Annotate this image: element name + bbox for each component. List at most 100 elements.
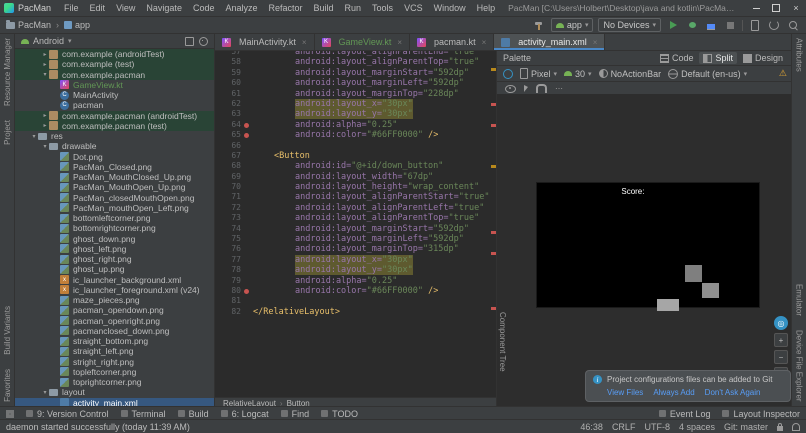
design-surface[interactable]: Score: Component Tree ◎ + − ⌑ bbox=[497, 94, 793, 406]
tool-window-button-terminal[interactable]: Terminal bbox=[121, 409, 166, 419]
tree-row-pacman-closed-png[interactable]: PacMan_Closed.png bbox=[15, 162, 214, 172]
code-line[interactable]: 66 bbox=[215, 141, 496, 151]
gear-icon[interactable] bbox=[199, 37, 208, 46]
code-line[interactable]: 67<Button bbox=[215, 151, 496, 161]
close-tab-icon[interactable]: × bbox=[593, 38, 598, 47]
menu-window[interactable]: Window bbox=[429, 2, 471, 14]
tree-row-toprightcorner-png[interactable]: toprightcorner.png bbox=[15, 377, 214, 387]
code-line[interactable]: 75android:layout_marginLeft="592dp" bbox=[215, 234, 496, 244]
code-line[interactable]: 62android:layout_x="30px" bbox=[215, 99, 496, 109]
build-button[interactable] bbox=[532, 19, 546, 32]
stop-button[interactable] bbox=[723, 19, 737, 32]
tree-row-com-example-pacman[interactable]: ▾com.example.pacman bbox=[15, 70, 214, 80]
menu-build[interactable]: Build bbox=[309, 2, 339, 14]
tab-gameview-kt[interactable]: KGameView.kt× bbox=[315, 34, 411, 50]
maximize-button[interactable] bbox=[766, 0, 786, 16]
tool-window-button-attributes[interactable]: Attributes bbox=[795, 38, 804, 72]
locale-select[interactable]: Default (en-us) ▾ bbox=[668, 69, 747, 79]
tree-expand-icon[interactable]: ▸ bbox=[41, 61, 49, 68]
tool-window-button-build-variants[interactable]: Build Variants bbox=[3, 306, 12, 355]
tree-row-stright-right-png[interactable]: stright_right.png bbox=[15, 357, 214, 367]
menu-tools[interactable]: Tools bbox=[367, 2, 398, 14]
tree-row-com-example-pacman-androidtest[interactable]: ▸com.example.pacman (androidTest) bbox=[15, 111, 214, 121]
tree-collapse-icon[interactable]: ▾ bbox=[41, 143, 49, 150]
pan-zoom-button[interactable]: ◎ bbox=[774, 316, 788, 330]
tool-window-button-6-logcat[interactable]: 6: Logcat bbox=[221, 409, 269, 419]
mode-code-button[interactable]: Code bbox=[656, 52, 698, 64]
tree-collapse-icon[interactable]: ▾ bbox=[30, 133, 38, 140]
tab-pacman-kt[interactable]: Kpacman.kt× bbox=[410, 34, 494, 50]
api-level-select[interactable]: 30 ▾ bbox=[564, 69, 592, 79]
code-line[interactable]: 60android:layout_marginLeft="592dp" bbox=[215, 78, 496, 88]
notification-action-always-add[interactable]: Always Add bbox=[653, 388, 694, 397]
notifications-icon[interactable] bbox=[792, 423, 800, 431]
tree-row-ic-launcher-background-xml[interactable]: xic_launcher_background.xml bbox=[15, 275, 214, 285]
code-line[interactable]: 65android:color="#66FF0000" /> bbox=[215, 130, 496, 140]
menu-vcs[interactable]: VCS bbox=[399, 2, 428, 14]
code-line[interactable]: 77android:layout_x="30px" bbox=[215, 255, 496, 265]
status-item-4-spaces[interactable]: 4 spaces bbox=[679, 422, 715, 432]
tree-row-straight-bottom-png[interactable]: straight_bottom.png bbox=[15, 336, 214, 346]
tree-row-pacman-mouthopen-left-png[interactable]: PacMan_mouthOpen_Left.png bbox=[15, 203, 214, 213]
status-item-46-38[interactable]: 46:38 bbox=[580, 422, 603, 432]
tree-row-ghost-down-png[interactable]: ghost_down.png bbox=[15, 234, 214, 244]
tool-window-button-9-version-control[interactable]: 9: Version Control bbox=[26, 409, 109, 419]
tool-window-button-build[interactable]: Build bbox=[178, 409, 209, 419]
lock-icon[interactable] bbox=[777, 426, 783, 431]
mode-split-button[interactable]: Split bbox=[699, 52, 737, 64]
tree-expand-icon[interactable]: ▸ bbox=[41, 112, 49, 119]
device-manager-button[interactable] bbox=[748, 19, 762, 32]
tree-row-activity-main-xml[interactable]: activity_main.xml bbox=[15, 398, 214, 407]
menu-view[interactable]: View bbox=[111, 2, 140, 14]
tool-window-switcher-icon[interactable] bbox=[6, 410, 14, 418]
tree-row-pacman-openright-png[interactable]: pacman_openright.png bbox=[15, 316, 214, 326]
palette-tab[interactable]: Palette bbox=[503, 53, 531, 63]
minimize-button[interactable] bbox=[746, 0, 766, 16]
tree-collapse-icon[interactable]: ▾ bbox=[41, 71, 49, 78]
code-line[interactable]: 72android:layout_alignParentLeft="true" bbox=[215, 203, 496, 213]
tool-window-button-resource-manager[interactable]: Resource Manager bbox=[3, 38, 12, 106]
layout-preview[interactable]: Score: bbox=[536, 182, 760, 308]
theme-select[interactable]: NoActionBar bbox=[599, 69, 662, 79]
tree-row-com-example-pacman-test[interactable]: ▸com.example.pacman (test) bbox=[15, 121, 214, 131]
breadcrumb-module[interactable]: app bbox=[75, 20, 90, 30]
tree-row-layout[interactable]: ▾layout bbox=[15, 387, 214, 397]
tool-window-button-todo[interactable]: TODO bbox=[321, 409, 358, 419]
code-line[interactable]: 73android:layout_alignParentTop="true" bbox=[215, 213, 496, 223]
menu-refactor[interactable]: Refactor bbox=[264, 2, 308, 14]
status-message[interactable]: daemon started successfully (today 11:39… bbox=[6, 422, 190, 432]
menu-navigate[interactable]: Navigate bbox=[141, 2, 187, 14]
close-tab-icon[interactable]: × bbox=[397, 38, 402, 47]
menu-file[interactable]: File bbox=[59, 2, 84, 14]
tree-row-ghost-right-png[interactable]: ghost_right.png bbox=[15, 254, 214, 264]
close-button[interactable]: × bbox=[786, 0, 806, 16]
tab-mainactivity-kt[interactable]: KMainActivity.kt× bbox=[215, 34, 315, 50]
status-item-crlf[interactable]: CRLF bbox=[612, 422, 636, 432]
tree-row-straight-left-png[interactable]: straight_left.png bbox=[15, 346, 214, 356]
run-button[interactable] bbox=[666, 19, 680, 32]
tree-row-topleftcorner-png[interactable]: topleftcorner.png bbox=[15, 367, 214, 377]
tool-window-button-emulator[interactable]: Emulator bbox=[795, 284, 804, 316]
tree-expand-icon[interactable]: ▸ bbox=[41, 51, 49, 58]
tool-window-button-layout-inspector[interactable]: Layout Inspector bbox=[722, 409, 800, 419]
warning-icon[interactable]: ⚠ bbox=[779, 68, 787, 79]
code-line[interactable]: 63android:layout_y="30px" bbox=[215, 109, 496, 119]
tool-window-button-device-file-explorer[interactable]: Device File Explorer bbox=[795, 330, 804, 402]
code-line[interactable]: 59android:layout_marginStart="592dp" bbox=[215, 68, 496, 78]
zoom-in-button[interactable]: + bbox=[774, 333, 788, 347]
autoconnect-icon[interactable] bbox=[536, 84, 547, 93]
tab-activity-main-xml[interactable]: activity_main.xml× bbox=[494, 34, 605, 50]
code-line[interactable]: 64android:alpha="0.25" bbox=[215, 120, 496, 130]
code-line[interactable]: 61android:layout_marginTop="228dp" bbox=[215, 89, 496, 99]
notification-action-view-files[interactable]: View Files bbox=[607, 388, 643, 397]
menu-help[interactable]: Help bbox=[472, 2, 501, 14]
code-line[interactable]: 70android:layout_height="wrap_content" bbox=[215, 182, 496, 192]
code-line[interactable]: 76android:layout_marginTop="315dp" bbox=[215, 244, 496, 254]
tool-window-button-project[interactable]: Project bbox=[3, 120, 12, 145]
tree-row-pacman-mouthclosed-up-png[interactable]: PacMan_MouthClosed_Up.png bbox=[15, 172, 214, 182]
tree-row-pacman-closedmouthopen-png[interactable]: PacMan_closedMouthOpen.png bbox=[15, 193, 214, 203]
run-configuration-select[interactable]: app ▾ bbox=[551, 18, 594, 32]
refresh-icon[interactable] bbox=[503, 69, 513, 79]
tree-row-ic-launcher-foreground-xml-v24[interactable]: xic_launcher_foreground.xml (v24) bbox=[15, 285, 214, 295]
tree-row-pacman[interactable]: Cpacman bbox=[15, 100, 214, 110]
